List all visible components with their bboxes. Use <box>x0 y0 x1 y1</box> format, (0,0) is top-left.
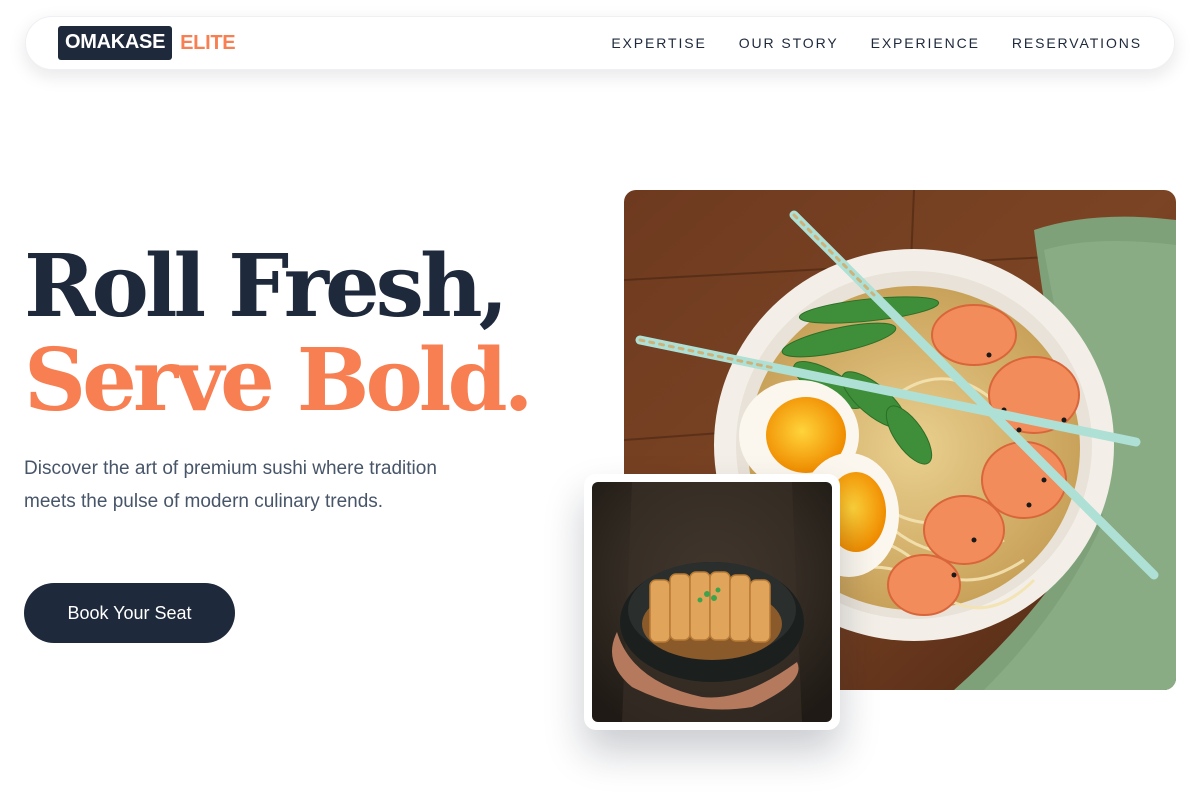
brand-accent: ELITE <box>180 31 236 54</box>
nav-link-our-story[interactable]: OUR STORY <box>739 35 839 51</box>
nav-link-expertise[interactable]: EXPERTISE <box>611 35 706 51</box>
hero-headline-line2: Serve Bold. <box>24 330 534 431</box>
landing-page: OMAKASE ELITE EXPERTISE OUR STORY EXPERI… <box>0 0 1200 800</box>
katsu-photo-card <box>584 474 840 730</box>
top-navbar: OMAKASE ELITE EXPERTISE OUR STORY EXPERI… <box>25 16 1175 70</box>
brand-name: OMAKASE <box>58 26 173 60</box>
nav-links: EXPERTISE OUR STORY EXPERIENCE RESERVATI… <box>579 35 1142 51</box>
katsu-bowl-photo <box>592 482 832 722</box>
nav-link-experience[interactable]: EXPERIENCE <box>871 35 980 51</box>
hero-headline: Roll Fresh, Serve Bold. <box>24 236 534 431</box>
book-seat-button[interactable]: Book Your Seat <box>24 583 235 643</box>
brand-logo[interactable]: OMAKASE ELITE <box>58 26 236 60</box>
hero-subtext: Discover the art of premium sushi where … <box>24 458 437 512</box>
hero-headline-line1: Roll Fresh, <box>24 236 509 337</box>
nav-link-reservations[interactable]: RESERVATIONS <box>1012 35 1142 51</box>
